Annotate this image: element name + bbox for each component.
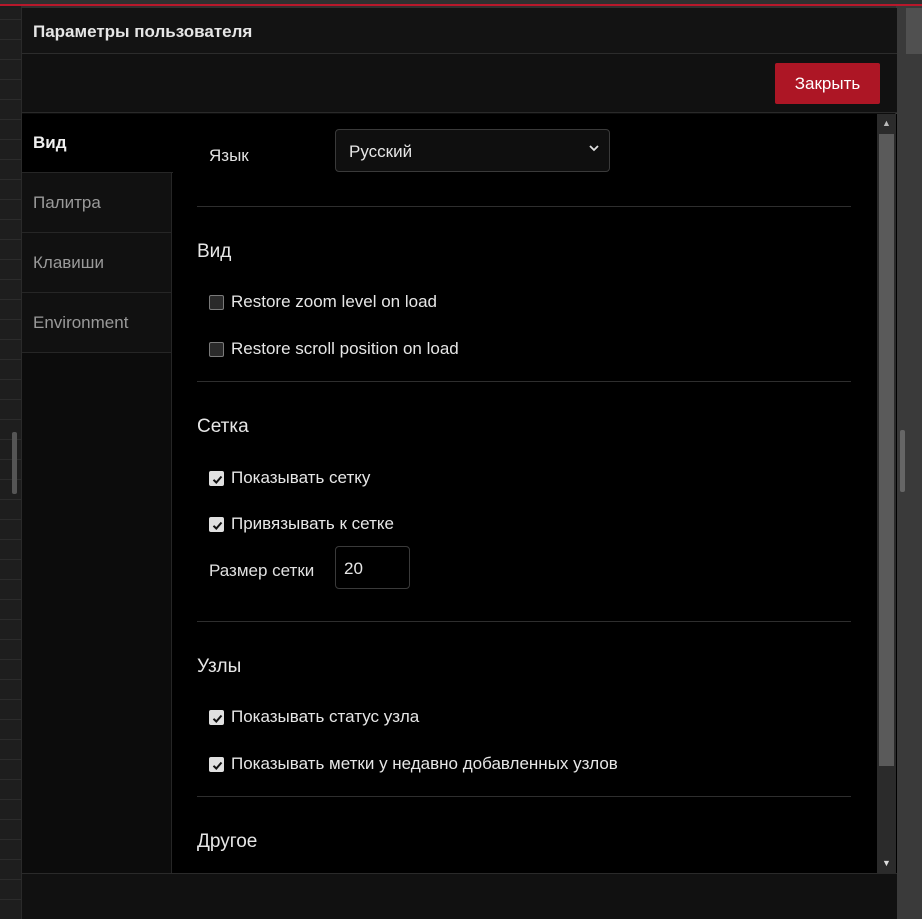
- scroll-down-arrow-icon[interactable]: ▼: [877, 854, 896, 873]
- show-node-status-option[interactable]: Показывать статус узла: [209, 706, 419, 728]
- show-grid-option[interactable]: Показывать сетку: [209, 467, 370, 489]
- checkbox-label: Показывать метки у недавно добавленных у…: [231, 754, 618, 773]
- close-button[interactable]: Закрыть: [775, 63, 880, 104]
- grid-size-input[interactable]: 20: [335, 546, 410, 589]
- settings-tabs: Вид Палитра Клавиши Environment: [22, 114, 173, 873]
- workspace-left: [0, 0, 21, 919]
- checkbox-checked[interactable]: [209, 516, 224, 532]
- check-icon: [212, 714, 223, 723]
- checkbox-checked[interactable]: [209, 709, 224, 725]
- tab-view[interactable]: Вид: [22, 114, 173, 173]
- checkbox-label: Показывать статус узла: [231, 707, 420, 726]
- checkbox[interactable]: [209, 341, 224, 357]
- top-accent-bar: [0, 0, 922, 6]
- snap-to-grid-option[interactable]: Привязывать к сетке: [209, 513, 394, 535]
- checkbox-label: Restore zoom level on load: [231, 292, 438, 311]
- chevron-down-icon: [589, 145, 599, 152]
- divider: [197, 206, 851, 207]
- check-icon: [212, 521, 223, 530]
- dialog-toolbar: Закрыть: [22, 54, 897, 113]
- right-resize-handle[interactable]: [900, 430, 905, 492]
- settings-dialog: Параметры пользователя Закрыть Вид Палит…: [21, 8, 897, 919]
- workspace-right-top: [906, 8, 922, 54]
- check-icon: [212, 761, 223, 770]
- tab-environment[interactable]: Environment: [22, 293, 171, 353]
- content-scrollbar[interactable]: ▲ ▼: [877, 114, 896, 873]
- section-title-grid: Сетка: [197, 416, 249, 437]
- tab-keyboard[interactable]: Клавиши: [22, 233, 171, 293]
- scroll-up-arrow-icon[interactable]: ▲: [877, 114, 896, 133]
- dialog-footer: [22, 873, 897, 919]
- restore-scroll-option[interactable]: Restore scroll position on load: [209, 338, 459, 360]
- left-resize-handle[interactable]: [12, 432, 17, 494]
- tab-palette[interactable]: Палитра: [22, 173, 171, 233]
- check-icon: [212, 475, 223, 484]
- language-label: Язык: [209, 146, 249, 165]
- checkbox-label: Привязывать к сетке: [231, 514, 394, 533]
- language-select[interactable]: Русский: [335, 129, 610, 172]
- language-selected-value: Русский: [349, 142, 413, 161]
- dialog-title: Параметры пользователя: [22, 8, 897, 54]
- section-title-other: Другое: [197, 831, 258, 852]
- show-new-node-labels-option[interactable]: Показывать метки у недавно добавленных у…: [209, 753, 618, 775]
- checkbox-label: Показывать сетку: [231, 468, 371, 487]
- checkbox-checked[interactable]: [209, 470, 224, 486]
- dialog-body: Вид Палитра Клавиши Environment Язык Рус…: [22, 114, 897, 873]
- settings-content: Язык Русский Вид Restore zoom level on l…: [173, 114, 877, 873]
- divider: [197, 621, 851, 622]
- divider: [197, 796, 851, 797]
- checkbox-label: Restore scroll position on load: [231, 339, 459, 358]
- checkbox[interactable]: [209, 294, 224, 310]
- scrollbar-thumb[interactable]: [879, 134, 894, 766]
- restore-zoom-option[interactable]: Restore zoom level on load: [209, 291, 437, 313]
- grid-size-label: Размер сетки: [209, 561, 315, 580]
- checkbox-checked[interactable]: [209, 756, 224, 772]
- section-title-view: Вид: [197, 241, 232, 262]
- divider: [197, 381, 851, 382]
- section-title-nodes: Узлы: [197, 656, 242, 677]
